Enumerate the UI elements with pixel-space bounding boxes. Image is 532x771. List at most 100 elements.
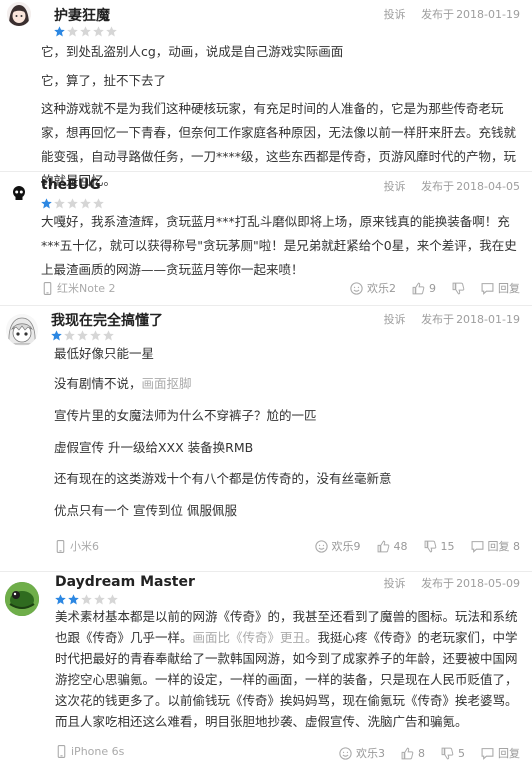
star-empty-icon <box>94 594 105 605</box>
star-empty-icon <box>67 26 78 37</box>
avatar[interactable] <box>6 314 38 346</box>
star-empty-icon <box>93 26 104 37</box>
reply-button[interactable]: 回复 <box>481 745 520 761</box>
fun-label: 欢乐 <box>331 540 354 553</box>
posted-prefix: 发布于 <box>421 180 455 193</box>
review-paragraph: 美术素材基本都是以前的网游《传奇》的，我甚至还看到了魔兽的图标。玩法和系统也跟《… <box>55 606 518 732</box>
date-value: 2018-04-05 <box>456 180 520 193</box>
device-info: iPhone 6s <box>55 745 124 758</box>
reply-button[interactable]: 回复 <box>481 280 520 296</box>
dislike-button[interactable] <box>452 282 465 295</box>
date-value: 2018-05-09 <box>456 577 520 590</box>
star-empty-icon <box>67 198 78 209</box>
fun-label: 欢乐 <box>356 747 378 760</box>
review-paragraph: 没有剧情不说，画面抠脚 <box>54 372 518 396</box>
avatar[interactable] <box>7 2 31 26</box>
fun-count: 2 <box>389 282 396 295</box>
username[interactable]: theBUG <box>41 177 101 193</box>
fun-count: 3 <box>378 747 385 760</box>
device-info: 红米Note 2 <box>41 280 116 296</box>
smiley-icon <box>339 746 352 760</box>
star-empty-icon <box>107 594 118 605</box>
review-paragraph: 宣传片里的女魔法师为什么不穿裤子？尬的一匹 <box>54 408 317 423</box>
dislike-button[interactable]: 5 <box>441 747 465 760</box>
like-button[interactable]: 9 <box>412 282 436 295</box>
star-rating <box>55 594 118 605</box>
fun-button[interactable]: 欢乐2 <box>350 280 396 296</box>
username[interactable]: Daydream Master <box>55 574 195 590</box>
star-empty-icon <box>64 330 75 341</box>
paragraph-text: 没有剧情不说， <box>54 376 142 391</box>
phone-icon <box>43 281 52 295</box>
post-date: 发布于 2018-05-09 <box>421 577 520 590</box>
smiley-icon <box>350 281 363 295</box>
thumbs-up-icon <box>377 540 389 552</box>
review-card: 护妻狂魔 投诉 发布于 2018-01-19 它，到处乱盗别人cg，动画，说成是自… <box>0 0 532 188</box>
skull-avatar-icon <box>13 186 25 200</box>
star-empty-icon <box>77 330 88 341</box>
dislike-count: 15 <box>440 539 455 553</box>
avatar[interactable] <box>7 182 31 206</box>
dislike-count: 5 <box>458 746 465 760</box>
star-filled-icon <box>51 330 62 341</box>
comment-icon <box>481 282 494 295</box>
star-rating <box>41 198 104 209</box>
posted-prefix: 发布于 <box>421 313 455 326</box>
star-filled-icon <box>68 594 79 605</box>
fun-count: 9 <box>353 540 361 553</box>
star-empty-icon <box>93 198 104 209</box>
star-empty-icon <box>81 594 92 605</box>
report-link[interactable]: 投诉 <box>384 577 406 590</box>
dislike-button[interactable]: 15 <box>424 540 455 553</box>
smiley-icon <box>314 539 328 553</box>
fun-button[interactable]: 欢乐9 <box>314 538 361 554</box>
review-paragraph: 还有现在的这类游戏十个有八个都是仿传奇的，没有丝毫新意 <box>54 471 392 486</box>
anime-face-avatar-icon <box>6 314 38 346</box>
review-card: 我现在完全搞懂了 投诉 发布于 2018-01-19 最低好像只能一星 没有剧情不… <box>0 306 532 572</box>
review-paragraph: 它，到处乱盗别人cg，动画，说成是自己游戏实际画面 <box>41 44 344 59</box>
review-paragraph: 虚假宣传 升一级给XXX 装备换RMB <box>54 440 254 455</box>
review-paragraph: 最低好像只能一星 <box>54 346 155 361</box>
review-paragraph: 优点只有一个 宣传到位 佩服佩服 <box>54 503 237 518</box>
review-card: theBUG 投诉 发布于 2018-04-05 大嘎好，我系渣渣辉，贪玩蓝月**… <box>0 172 532 306</box>
review-paragraph: 它，算了，扯不下去了 <box>41 73 167 88</box>
thumbs-down-icon <box>452 282 465 294</box>
device-name: 小米6 <box>70 540 99 553</box>
like-button[interactable]: 48 <box>377 540 408 553</box>
avatar[interactable] <box>5 582 39 616</box>
username[interactable]: 我现在完全搞懂了 <box>51 310 163 330</box>
post-date: 发布于 2018-01-19 <box>421 8 520 21</box>
report-link[interactable]: 投诉 <box>384 8 406 21</box>
star-empty-icon <box>80 26 91 37</box>
thumbs-down-icon <box>424 540 436 552</box>
star-rating <box>51 330 114 341</box>
thumbs-up-icon <box>401 747 414 759</box>
anime-girl-avatar-icon <box>7 2 31 26</box>
posted-prefix: 发布于 <box>421 577 455 590</box>
fun-button[interactable]: 欢乐3 <box>339 745 385 761</box>
comment-icon <box>481 747 494 760</box>
report-link[interactable]: 投诉 <box>384 313 406 326</box>
star-filled-icon <box>54 26 65 37</box>
username[interactable]: 护妻狂魔 <box>54 5 110 25</box>
phone-icon <box>56 539 65 553</box>
inline-note: 画面抠脚 <box>141 376 192 391</box>
star-empty-icon <box>80 198 91 209</box>
device-name: 红米Note 2 <box>57 282 116 295</box>
like-button[interactable]: 8 <box>401 747 425 760</box>
date-value: 2018-01-19 <box>456 8 520 21</box>
reply-button[interactable]: 回复 8 <box>471 538 520 554</box>
star-rating <box>54 26 117 37</box>
posted-prefix: 发布于 <box>421 8 455 21</box>
green-creature-avatar-icon <box>5 582 39 616</box>
like-count: 8 <box>418 746 425 760</box>
post-date: 发布于 2018-04-05 <box>421 180 520 193</box>
comment-icon <box>471 540 483 553</box>
report-link[interactable]: 投诉 <box>384 180 406 193</box>
star-filled-icon <box>55 594 66 605</box>
phone-icon <box>57 745 66 758</box>
reply-label: 回复 <box>487 540 510 553</box>
reply-label: 回复 <box>498 282 520 295</box>
device-info: 小米6 <box>54 538 99 554</box>
reply-count: 8 <box>513 540 520 553</box>
